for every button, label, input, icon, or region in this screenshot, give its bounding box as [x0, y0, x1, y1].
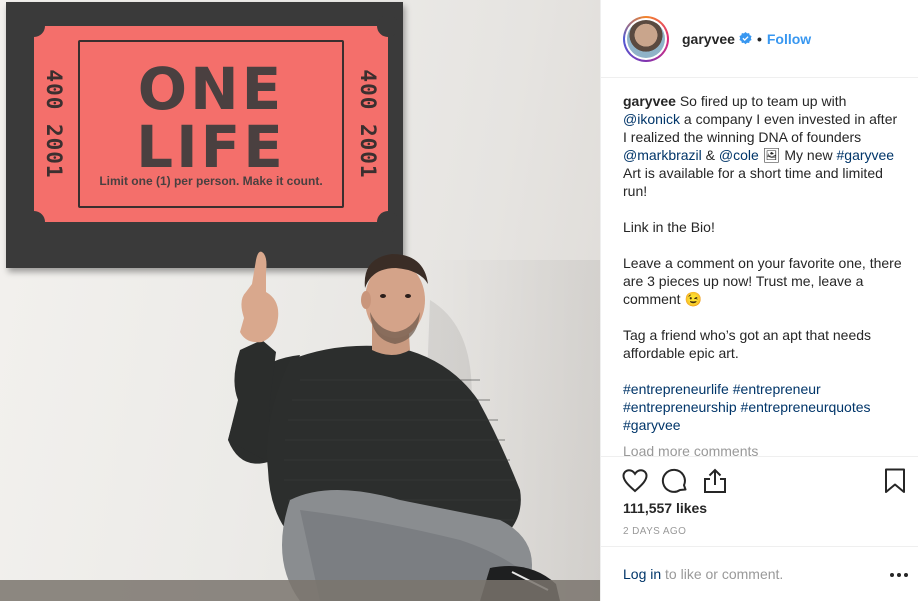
- share-icon[interactable]: [701, 467, 729, 495]
- header-separator: •: [756, 30, 762, 47]
- follow-button[interactable]: Follow: [767, 31, 811, 47]
- caption-hashtags: #entrepreneurlife #entrepreneur #entrepr…: [623, 380, 903, 434]
- hashtag[interactable]: #garyvee: [623, 417, 681, 433]
- username-row: garyvee • Follow: [682, 31, 811, 47]
- mention-markbrazil[interactable]: @markbrazil: [623, 147, 702, 163]
- login-text: Log in to like or comment.: [623, 566, 784, 582]
- avatar[interactable]: [623, 15, 669, 62]
- like-count[interactable]: 111,557 likes: [623, 500, 707, 516]
- verified-badge-icon: [739, 32, 752, 45]
- hashtag[interactable]: #entrepreneur: [733, 381, 821, 397]
- caption-paragraph-3: Leave a comment on your favorite one, th…: [623, 255, 902, 307]
- person-figure: [0, 251, 600, 601]
- caption-paragraph-1: garyvee So fired up to team up with @iko…: [623, 93, 898, 199]
- mention-cole[interactable]: @cole: [719, 147, 759, 163]
- post-sidebar: garyvee • Follow garyvee So fired up to …: [600, 0, 918, 601]
- caption-username[interactable]: garyvee: [623, 93, 676, 109]
- post-header: garyvee • Follow: [601, 0, 918, 78]
- hashtag[interactable]: #entrepreneurlife: [623, 381, 729, 397]
- heart-icon[interactable]: [621, 467, 649, 495]
- caption-paragraph-2: Link in the Bio!: [623, 219, 715, 235]
- more-options-icon[interactable]: [889, 571, 909, 579]
- action-bar: [601, 456, 918, 504]
- login-prompt: Log in to like or comment.: [601, 546, 918, 601]
- avatar-image: [627, 19, 665, 58]
- hashtag[interactable]: #entrepreneurquotes: [741, 399, 871, 415]
- hashtag[interactable]: #entrepreneurship: [623, 399, 737, 415]
- post-photo[interactable]: 400 2001 400 2001 ONE LIFE Limit one (1)…: [0, 0, 600, 601]
- caption-paragraph-4: Tag a friend who’s got an apt that needs…: [623, 327, 872, 361]
- login-link[interactable]: Log in: [623, 566, 661, 582]
- caption: garyvee So fired up to team up with @iko…: [623, 92, 903, 460]
- header-username[interactable]: garyvee: [682, 31, 735, 47]
- comment-icon[interactable]: [661, 467, 689, 495]
- hashtag-garyvee-inline[interactable]: #garyvee: [837, 147, 895, 163]
- post-timestamp[interactable]: 2 DAYS AGO: [623, 526, 686, 537]
- mention-ikonick[interactable]: @ikonick: [623, 111, 680, 127]
- bookmark-icon[interactable]: [881, 467, 909, 495]
